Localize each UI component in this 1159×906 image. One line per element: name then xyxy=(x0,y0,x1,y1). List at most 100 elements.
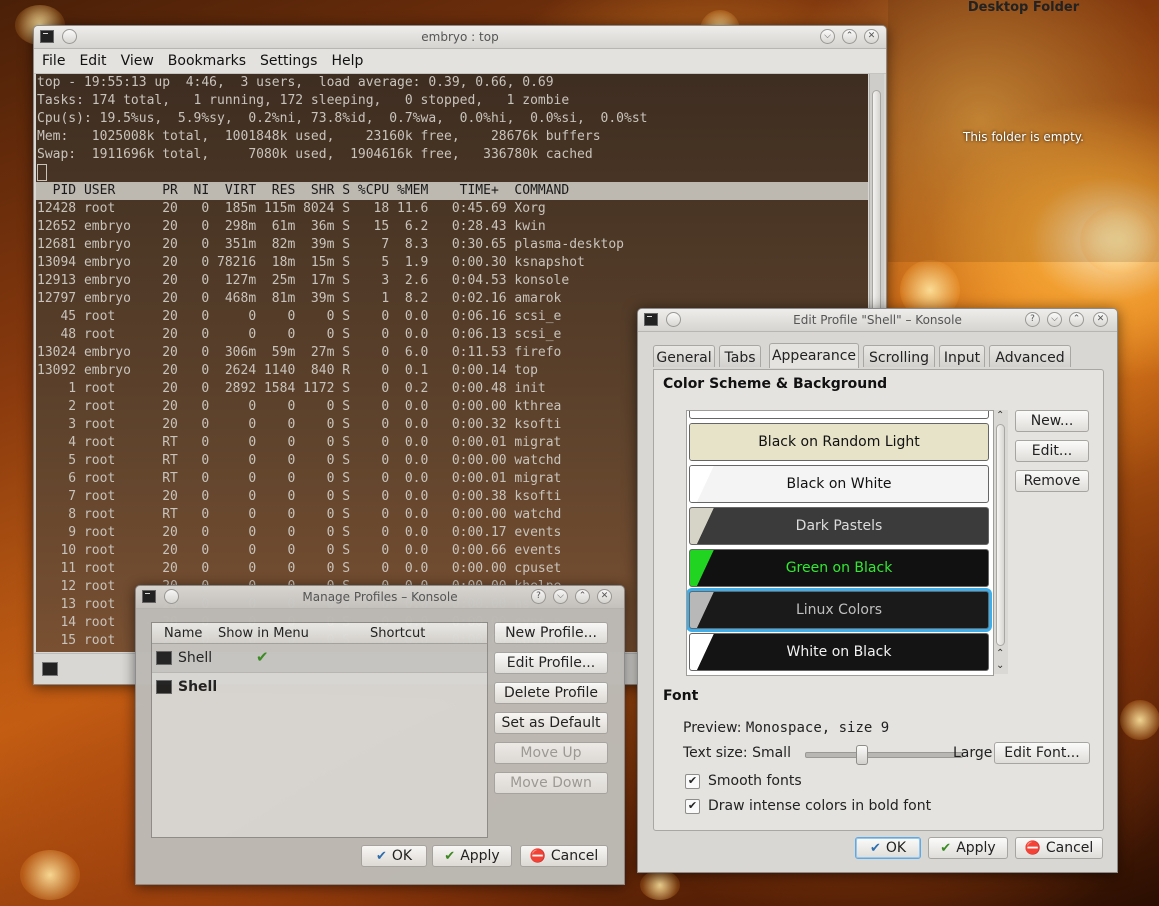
edit-font-button[interactable]: Edit Font... xyxy=(994,742,1090,764)
ok-button[interactable]: ✔ OK xyxy=(361,845,427,867)
session-tab-icon[interactable] xyxy=(42,662,58,676)
tab-advanced[interactable]: Advanced xyxy=(989,345,1071,367)
edit-profile-button[interactable]: Edit Profile... xyxy=(494,652,608,674)
color-scheme-item[interactable]: White on Black xyxy=(689,633,989,671)
remove-scheme-button[interactable]: Remove xyxy=(1015,470,1089,492)
move-down-button[interactable]: Move Down xyxy=(494,772,608,794)
edit-profile-titlebar[interactable]: Edit Profile "Shell" – Konsole ? ⌵ ⌃ ✕ xyxy=(638,309,1117,332)
new-profile-button[interactable]: New Profile... xyxy=(494,622,608,644)
color-scheme-item[interactable]: Dark Pastels xyxy=(689,507,989,545)
tab-appearance[interactable]: Appearance xyxy=(769,343,859,368)
scheme-name: Dark Pastels xyxy=(795,518,883,534)
maximize-button[interactable]: ⌃ xyxy=(1069,312,1084,327)
minimize-button[interactable]: ⌵ xyxy=(553,589,568,604)
scheme-name: White on Black xyxy=(786,644,892,660)
desktop-folder-widget[interactable]: Desktop Folder This folder is empty. xyxy=(888,0,1159,262)
color-scheme-item[interactable] xyxy=(689,411,989,419)
edit-scheme-label: Edit... xyxy=(1031,443,1073,459)
color-scheme-item[interactable]: Green on Black xyxy=(689,549,989,587)
color-scheme-item[interactable]: Black on Random Light xyxy=(689,423,989,461)
apply-button[interactable]: ✔ Apply xyxy=(928,837,1008,859)
apply-button[interactable]: ✔ Apply xyxy=(432,845,512,867)
tab-scrolling[interactable]: Scrolling xyxy=(863,345,935,367)
profile-row[interactable]: Shell ✔ xyxy=(152,644,487,673)
cancel-button[interactable]: ⛔ Cancel xyxy=(520,845,608,867)
font-preview-value: Monospace, size 9 xyxy=(745,720,890,736)
scheme-swatch xyxy=(690,592,716,628)
new-scheme-button[interactable]: New... xyxy=(1015,410,1089,432)
top-summary-line: top - 19:55:13 up 4:46, 3 users, load av… xyxy=(37,75,554,90)
close-button[interactable]: ✕ xyxy=(864,29,879,44)
scrollbar-thumb[interactable] xyxy=(996,424,1005,646)
edit-profile-title: Edit Profile "Shell" – Konsole xyxy=(793,313,962,327)
smooth-fonts-label: Smooth fonts xyxy=(708,773,802,789)
large-label: Large xyxy=(953,745,993,761)
intense-bold-checkbox[interactable]: ✔ xyxy=(685,799,700,814)
scroll-down-icon[interactable]: ⌄ xyxy=(996,660,1004,671)
konsole-titlebar[interactable]: embryo : top ⌵ ⌃ ✕ xyxy=(34,26,886,49)
move-down-label: Move Down xyxy=(510,775,592,791)
column-name[interactable]: Name xyxy=(164,626,202,641)
show-in-menu-check-icon[interactable]: ✔ xyxy=(256,648,269,666)
delete-profile-button[interactable]: Delete Profile xyxy=(494,682,608,704)
tab-tabs[interactable]: Tabs xyxy=(719,345,761,367)
manage-profiles-titlebar[interactable]: Manage Profiles – Konsole ? ⌵ ⌃ ✕ xyxy=(136,586,624,609)
menu-view[interactable]: View xyxy=(113,49,160,69)
menu-bookmarks[interactable]: Bookmarks xyxy=(160,49,252,69)
help-button[interactable]: ? xyxy=(1025,312,1040,327)
column-show-in-menu[interactable]: Show in Menu xyxy=(218,626,309,641)
terminal-icon xyxy=(156,651,172,665)
help-button[interactable]: ? xyxy=(531,589,546,604)
profiles-list[interactable]: Name Show in Menu Shortcut Shell ✔ Shell xyxy=(151,622,488,838)
menu-edit[interactable]: Edit xyxy=(71,49,112,69)
scheme-swatch xyxy=(690,550,716,586)
move-up-button[interactable]: Move Up xyxy=(494,742,608,764)
menu-settings[interactable]: Settings xyxy=(252,49,323,69)
profile-row[interactable]: Shell xyxy=(152,673,487,701)
minimize-button[interactable]: ⌵ xyxy=(820,29,835,44)
scroll-up-icon[interactable]: ⌃ xyxy=(996,410,1004,421)
desktop-folder-empty-message: This folder is empty. xyxy=(963,130,1084,144)
color-scheme-scrollbar[interactable]: ⌃ ⌃ ⌄ xyxy=(994,410,1008,674)
top-summary-line: Mem: 1025008k total, 1001848k used, 2316… xyxy=(37,129,601,144)
top-summary-line: Cpu(s): 19.5%us, 5.9%sy, 0.2%ni, 73.8%id… xyxy=(37,111,648,126)
top-summary-line: Tasks: 174 total, 1 running, 172 sleepin… xyxy=(37,93,570,108)
remove-scheme-label: Remove xyxy=(1023,473,1081,489)
process-table-header: PID USER PR NI VIRT RES SHR S %CPU %MEM … xyxy=(36,182,868,200)
column-shortcut[interactable]: Shortcut xyxy=(370,626,425,641)
menu-file[interactable]: File xyxy=(34,49,71,69)
minimize-button[interactable]: ⌵ xyxy=(1047,312,1062,327)
color-scheme-item[interactable]: Linux Colors xyxy=(689,591,989,629)
color-scheme-item[interactable]: Black on White xyxy=(689,465,989,503)
close-button[interactable]: ✕ xyxy=(597,589,612,604)
tab-input[interactable]: Input xyxy=(939,345,985,367)
cancel-label: Cancel xyxy=(1045,840,1094,856)
font-heading: Font xyxy=(663,688,699,704)
font-preview-label: Preview: xyxy=(683,720,742,736)
edit-scheme-button[interactable]: Edit... xyxy=(1015,440,1089,462)
color-scheme-list[interactable]: Black on Random Light Black on White Dark … xyxy=(686,410,994,676)
ok-button[interactable]: ✔ OK xyxy=(855,837,921,859)
text-size-label: Text size: Small xyxy=(683,745,791,761)
scheme-swatch xyxy=(690,466,716,502)
slider-handle[interactable] xyxy=(856,745,868,765)
manage-profiles-dialog: Manage Profiles – Konsole ? ⌵ ⌃ ✕ Name S… xyxy=(135,585,625,885)
process-row: 12913 embryo 20 0 127m 25m 17m S 3 2.6 0… xyxy=(37,273,570,288)
scroll-up-icon[interactable]: ⌃ xyxy=(996,648,1004,659)
maximize-button[interactable]: ⌃ xyxy=(575,589,590,604)
text-size-slider[interactable] xyxy=(805,745,963,765)
close-button[interactable]: ✕ xyxy=(1093,312,1108,327)
terminal-cursor xyxy=(37,164,47,181)
terminal-icon xyxy=(156,680,172,694)
maximize-button[interactable]: ⌃ xyxy=(842,29,857,44)
desktop-folder-title: Desktop Folder xyxy=(967,0,1080,15)
menu-help[interactable]: Help xyxy=(323,49,369,69)
tab-general[interactable]: General xyxy=(653,345,715,367)
cancel-button[interactable]: ⛔ Cancel xyxy=(1015,837,1103,859)
profile-name: Shell xyxy=(178,650,213,666)
scheme-swatch xyxy=(690,508,716,544)
smooth-fonts-checkbox[interactable]: ✔ xyxy=(685,774,700,789)
set-default-button[interactable]: Set as Default xyxy=(494,712,608,734)
delete-profile-label: Delete Profile xyxy=(504,685,598,701)
set-default-label: Set as Default xyxy=(501,715,601,731)
